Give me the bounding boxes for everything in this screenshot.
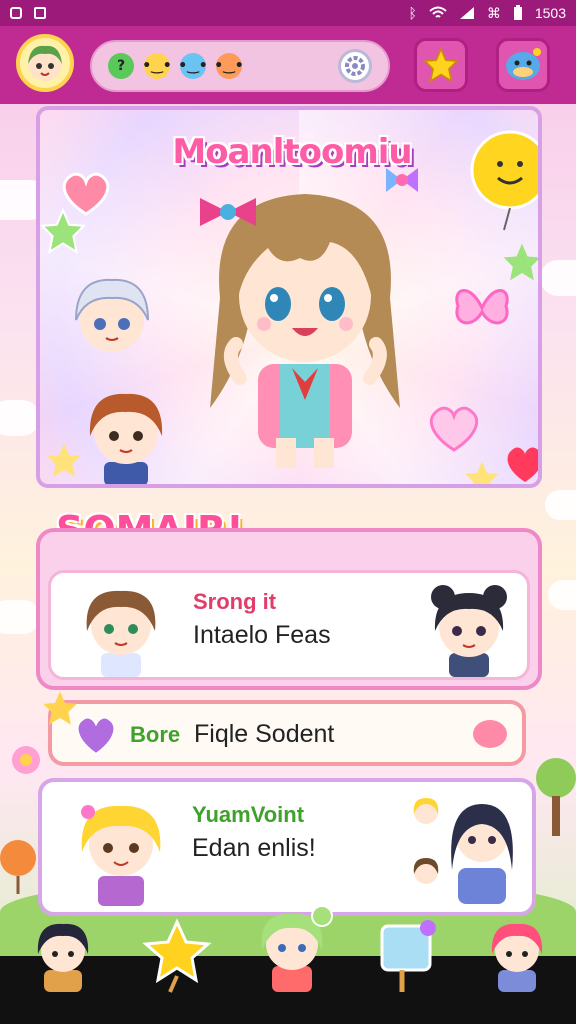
chibi-brown-hair <box>89 393 163 484</box>
star-icon <box>465 461 499 484</box>
app-icon <box>34 7 46 19</box>
hero-banner[interactable]: Moanltoomiu <box>36 106 542 488</box>
card-text: Fiqle Sodent <box>194 720 335 748</box>
chibi-avatar-blonde <box>81 805 161 906</box>
star-icon <box>43 691 77 725</box>
blob-blue-icon[interactable]: •‿• <box>178 53 208 79</box>
chibi-avatar-black <box>431 585 507 677</box>
mascot-button[interactable] <box>496 38 550 92</box>
map-pin-icon[interactable]: ? <box>108 53 134 79</box>
card-text: Edan enlis! <box>192 834 316 862</box>
chibi-avatar-brown <box>86 590 156 677</box>
hero-title: Moanltoomiu <box>172 132 412 172</box>
cloud-decoration <box>540 260 576 296</box>
chibi-avatar-navy <box>451 804 513 904</box>
cloud-decoration <box>0 400 40 436</box>
nav-chibi-green-hair[interactable] <box>250 904 334 994</box>
list-item[interactable]: Bore Fiqle Sodent <box>48 700 526 766</box>
chibi-main-character <box>200 168 418 468</box>
status-time: 1503 <box>534 5 566 21</box>
settings-button[interactable] <box>338 49 372 83</box>
cloud-decoration <box>545 490 576 520</box>
mascot-icon <box>506 48 541 80</box>
heart-icon <box>430 406 478 452</box>
list-item[interactable]: Srong it Intaelo Feas <box>48 570 530 680</box>
card-label: Srong it <box>193 589 277 614</box>
smiley-balloon-icon <box>470 130 538 231</box>
mini-chibi-brown <box>413 858 439 884</box>
list-item[interactable]: YuamVoint Edan enlis! <box>38 778 536 916</box>
cloud-decoration <box>548 580 576 610</box>
data-icon: ⌘ <box>486 4 501 21</box>
butterfly-icon <box>455 289 509 325</box>
favorites-button[interactable] <box>414 38 468 92</box>
status-bar: ᛒ ⌘ 1503 <box>0 0 576 26</box>
card-label: Bore <box>130 722 181 747</box>
balloon-face-icon <box>0 840 36 894</box>
star-icon <box>423 47 459 83</box>
nav-chibi-pink-hair[interactable] <box>480 914 554 994</box>
tree-face-icon <box>536 758 576 836</box>
app-header: ? •‿• •‿• •‿• <box>0 26 576 104</box>
card-label: YuamVoint <box>192 802 305 827</box>
flower-icon <box>12 746 40 774</box>
star-icon <box>503 243 538 281</box>
mini-chibi-blonde <box>413 798 439 824</box>
profile-avatar[interactable] <box>16 34 74 92</box>
blob-yellow-icon[interactable]: •‿• <box>142 53 172 79</box>
avatar-icon <box>28 45 62 81</box>
star-icon <box>40 207 87 254</box>
blob-pink-icon <box>473 720 507 748</box>
chibi-silver-hair <box>75 278 149 352</box>
settings-icon <box>345 56 365 76</box>
heart-icon <box>507 447 538 482</box>
battery-icon <box>513 5 522 20</box>
bluetooth-icon: ᛒ <box>408 5 417 21</box>
nav-chibi-black-hair[interactable] <box>26 914 100 994</box>
wifi-icon <box>429 6 447 18</box>
blob-orange-icon[interactable]: •‿• <box>214 53 244 79</box>
signal-icon <box>459 7 474 19</box>
nav-star-icon[interactable] <box>140 914 214 994</box>
notification-icon <box>10 7 22 19</box>
nav-popsicle-icon[interactable] <box>372 914 446 994</box>
card-text: Intaelo Feas <box>193 621 331 649</box>
search-bar[interactable]: ? •‿• •‿• •‿• <box>90 40 390 92</box>
cloud-decoration <box>0 600 40 634</box>
